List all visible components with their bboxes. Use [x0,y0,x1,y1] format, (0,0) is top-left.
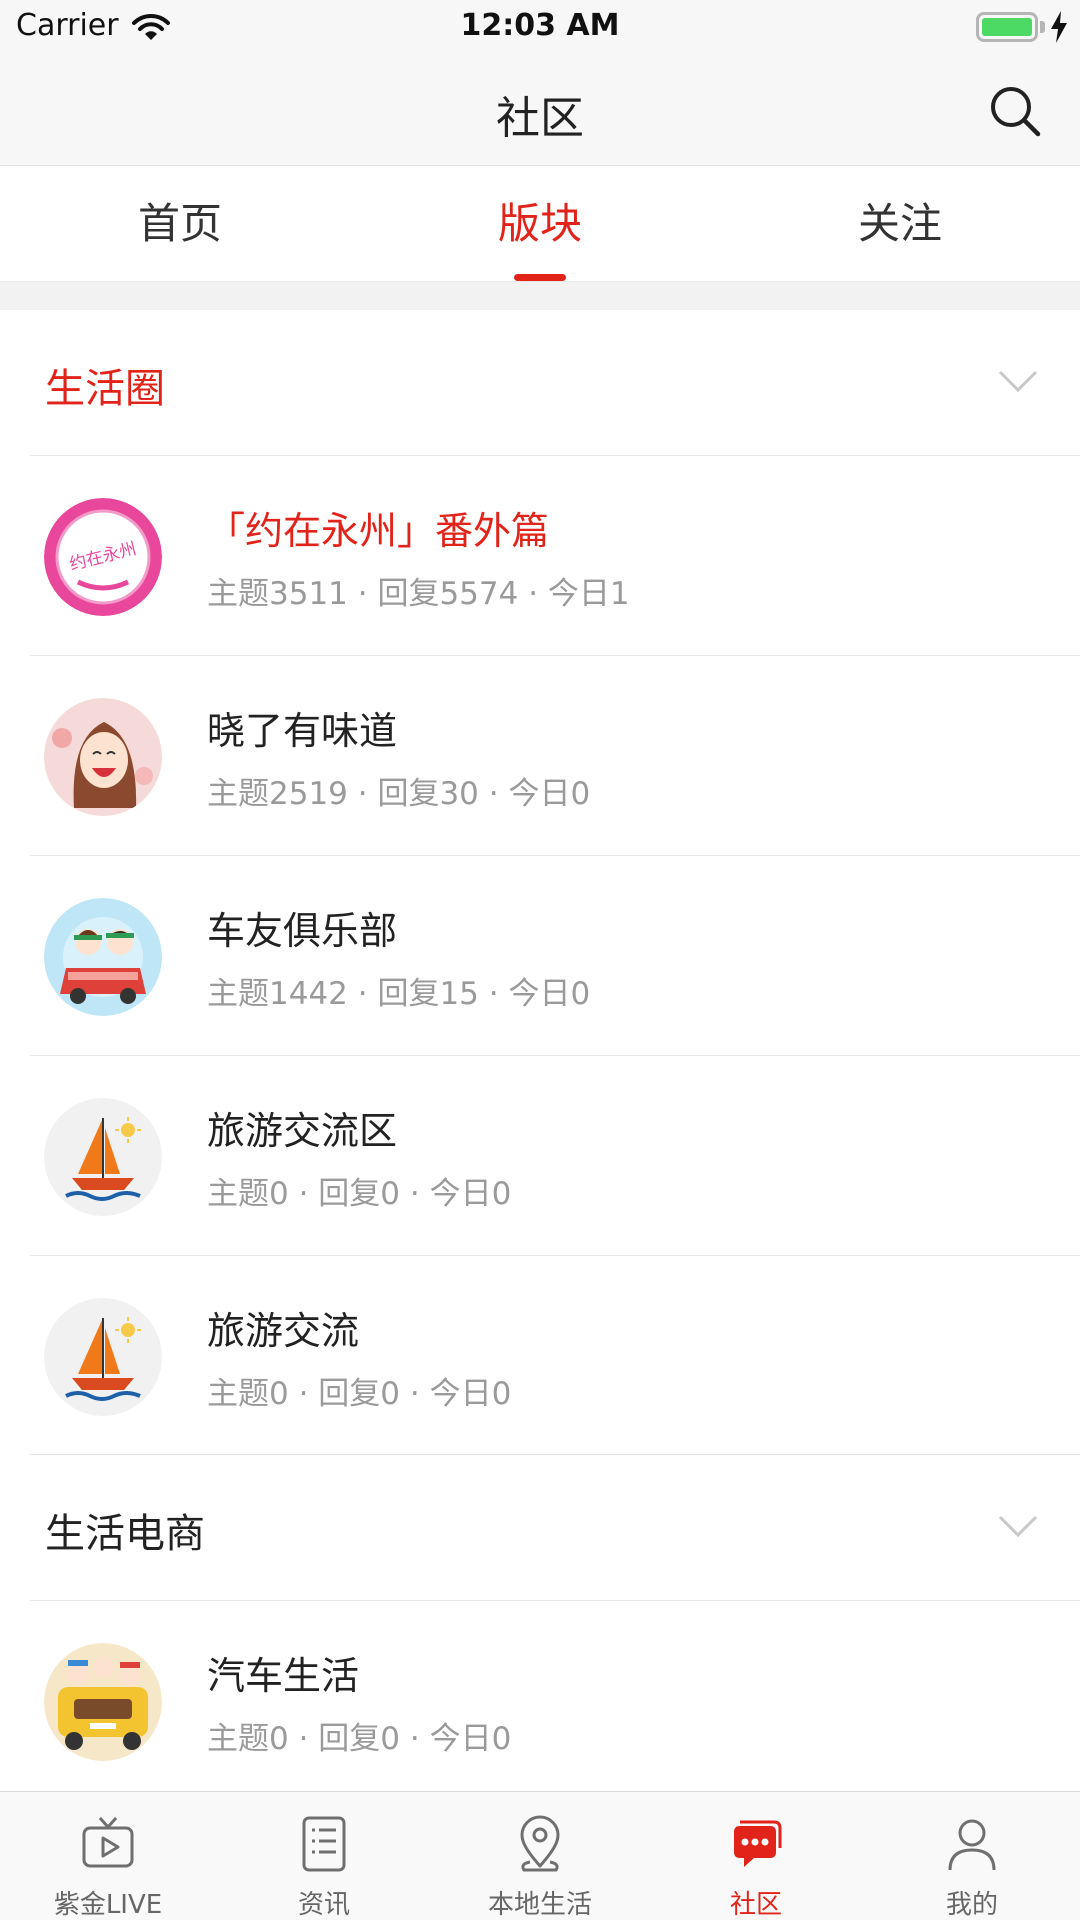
forum-stats: 主题0 · 回复0 · 今日0 [207,1721,512,1757]
forum-row-car-club[interactable]: 车友俱乐部 主题1442 · 回复15 · 今日0 [0,856,1080,1055]
section-gap [0,282,1080,310]
profile-icon [948,1819,996,1871]
forum-row-yuezai-yongzhou[interactable]: 约在永州 「约在永州」番外篇 主题3511 · 回复5574 · 今日1 [0,456,1080,655]
tabbar-label: 社区 [729,1890,782,1920]
tabbar-label: 我的 [945,1890,998,1920]
page-title: 社区 [496,93,584,144]
chevron-down-icon[interactable] [997,1513,1039,1539]
tab-boards[interactable]: 版块 [360,166,720,282]
tabbar-item-live[interactable]: 紫金LIVE [0,1792,216,1920]
forum-title: 「约在永州」番外篇 [207,509,550,553]
community-screen: Carrier 12:03 AM 社区 首页 版块 关注 生活圈 约在永州 「约… [0,0,1080,1920]
forum-avatar [44,1298,162,1416]
battery-icon [976,12,1038,42]
tabbar-item-community[interactable]: 社区 [648,1792,864,1920]
forum-title: 晓了有味道 [207,709,398,753]
section-title: 生活电商 [45,1511,205,1557]
nav-bar: 社区 [0,54,1080,166]
forum-row-car-life[interactable]: 汽车生活 主题0 · 回复0 · 今日0 [0,1601,1080,1800]
section-header-life-commerce[interactable]: 生活电商 [0,1455,1080,1600]
forum-avatar [44,1098,162,1216]
bottom-tab-bar: 紫金LIVE 资讯 本地生活 社区 我的 [0,1791,1080,1920]
forum-stats: 主题0 · 回复0 · 今日0 [207,1376,512,1412]
active-tab-indicator [514,274,566,281]
chat-icon [734,1820,782,1867]
status-time: 12:03 AM [460,8,620,43]
forum-avatar [44,698,162,816]
tabbar-item-local-life[interactable]: 本地生活 [432,1792,648,1920]
forum-row-travel[interactable]: 旅游交流 主题0 · 回复0 · 今日0 [0,1256,1080,1455]
status-bar: Carrier 12:03 AM [0,0,1080,54]
forum-avatar: 约在永州 [44,498,162,616]
tabbar-label: 紫金LIVE [53,1890,163,1920]
search-icon[interactable] [986,82,1044,140]
section-header-life-circle[interactable]: 生活圈 [0,310,1080,455]
chevron-down-icon[interactable] [997,368,1039,394]
forum-title: 车友俱乐部 [207,909,398,953]
tab-following[interactable]: 关注 [720,166,1080,282]
forum-row-xiaole[interactable]: 晓了有味道 主题2519 · 回复30 · 今日0 [0,656,1080,855]
tv-icon [82,1817,134,1868]
charging-icon [1051,11,1067,43]
news-icon [302,1816,346,1872]
forum-stats: 主题2519 · 回复30 · 今日0 [207,776,591,812]
battery-cap [1040,21,1045,33]
forum-title: 旅游交流区 [207,1109,398,1153]
forum-stats: 主题0 · 回复0 · 今日0 [207,1176,512,1212]
forum-row-travel-area[interactable]: 旅游交流区 主题0 · 回复0 · 今日0 [0,1056,1080,1255]
location-icon [520,1815,560,1872]
forum-avatar [44,898,162,1016]
forum-title: 汽车生活 [207,1654,360,1698]
tab-home[interactable]: 首页 [0,166,360,282]
forum-avatar [44,1643,162,1761]
tabbar-item-mine[interactable]: 我的 [864,1792,1080,1920]
tabbar-label: 资讯 [297,1890,350,1920]
forum-title: 旅游交流 [207,1309,360,1353]
tabbar-item-news[interactable]: 资讯 [216,1792,432,1920]
section-title: 生活圈 [45,366,165,412]
top-tabs: 首页 版块 关注 [0,166,1080,282]
forum-stats: 主题1442 · 回复15 · 今日0 [207,976,591,1012]
forum-stats: 主题3511 · 回复5574 · 今日1 [207,576,630,612]
tabbar-label: 本地生活 [487,1890,592,1920]
